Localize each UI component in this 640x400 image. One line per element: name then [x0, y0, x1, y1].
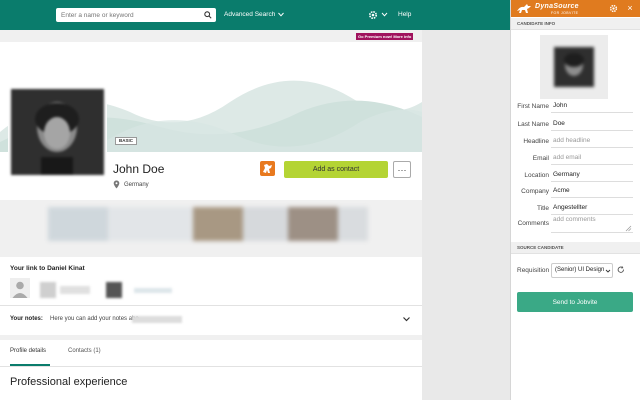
close-icon[interactable]: × — [625, 3, 635, 13]
search-icon[interactable] — [204, 11, 212, 19]
title-field[interactable] — [551, 201, 633, 215]
premium-badge[interactable]: Go Premium now! More info — [356, 33, 414, 40]
card-divider — [0, 305, 422, 306]
chevron-down-icon[interactable] — [381, 11, 388, 18]
candidate-location: Germany — [124, 182, 149, 188]
advanced-search-link[interactable]: Advanced Search — [224, 11, 284, 18]
title-label: Title — [536, 205, 549, 212]
profile-avatar — [11, 89, 104, 175]
headline-label: Headline — [523, 138, 549, 145]
panel-logo-text: DynaSource — [535, 3, 579, 10]
notes-label: Your notes: — [10, 316, 43, 322]
search-box[interactable] — [56, 8, 216, 22]
chevron-down-icon — [605, 269, 611, 273]
last-name-label: Last Name — [517, 121, 549, 128]
location-field[interactable] — [551, 168, 633, 182]
profile-tabs-card — [0, 340, 422, 400]
chevron-down-icon[interactable] — [402, 315, 411, 323]
avatar-photo — [11, 89, 104, 175]
add-as-contact-button[interactable]: Add as contact — [284, 161, 388, 178]
more-options-button[interactable]: ··· — [393, 161, 411, 178]
source-candidate-header: SOURCE CANDIDATE — [511, 242, 640, 254]
panel-logo-subtitle: FOR JOBVITE — [551, 11, 579, 15]
notes-text[interactable]: Here you can add your notes abo — [50, 316, 139, 322]
help-link[interactable]: Help — [398, 11, 411, 18]
location-pin-icon — [113, 180, 120, 189]
connection-chain-graphic — [40, 282, 172, 298]
requisition-select[interactable]: (Senior) UI Design — [551, 263, 613, 278]
headline-field[interactable] — [551, 134, 633, 148]
refresh-icon[interactable] — [617, 266, 625, 274]
person-icon — [10, 278, 30, 298]
company-field[interactable] — [551, 184, 633, 198]
connection-title: Your link to Daniel Kinat — [10, 265, 85, 272]
gear-icon[interactable] — [368, 10, 378, 20]
tab-contacts[interactable]: Contacts (1) — [68, 348, 101, 354]
resize-handle-icon[interactable] — [625, 225, 632, 232]
send-to-jobvite-button[interactable]: Send to Jobvite — [517, 292, 633, 312]
blurred-ad-banner — [48, 207, 368, 241]
last-name-field[interactable] — [551, 117, 633, 131]
panel-header: DynaSource FOR JOBVITE × — [511, 0, 640, 17]
dynasource-button[interactable] — [260, 161, 275, 176]
blurred-connection-chain — [40, 280, 180, 300]
requisition-selected-value: (Senior) UI Design — [555, 267, 605, 273]
professional-experience-heading: Professional experience — [10, 376, 128, 388]
dinosaur-logo-icon — [517, 4, 531, 13]
blurred-notes-text — [132, 316, 182, 323]
panel-avatar — [540, 35, 608, 99]
search-input[interactable] — [56, 8, 196, 22]
tabs-divider — [0, 366, 422, 367]
panel-avatar-image — [554, 47, 594, 87]
comments-label: Comments — [517, 220, 549, 227]
first-name-label: First Name — [517, 103, 549, 110]
profile-avatar-frame — [8, 86, 107, 178]
gear-icon[interactable] — [609, 4, 618, 13]
first-name-field[interactable] — [551, 99, 633, 113]
membership-badge: BASIC — [115, 137, 138, 145]
requisition-label: Requisition — [517, 267, 550, 274]
candidate-info-header: CANDIDATE INFO — [511, 18, 640, 30]
chevron-down-icon — [278, 12, 284, 17]
advanced-search-label: Advanced Search — [224, 11, 276, 18]
panel-avatar-photo — [554, 47, 594, 87]
location-label: Location — [524, 172, 549, 179]
tab-profile-details[interactable]: Profile details — [10, 348, 46, 354]
comments-field[interactable] — [551, 216, 633, 233]
candidate-name: John Doe — [113, 162, 165, 176]
page-gutter — [422, 30, 510, 400]
email-field[interactable] — [551, 151, 633, 165]
company-label: Company — [521, 188, 549, 195]
dynasource-panel: DynaSource FOR JOBVITE × CANDIDATE INFO … — [510, 0, 640, 400]
email-label: Email — [532, 155, 549, 162]
dinosaur-logo-icon — [263, 164, 272, 173]
